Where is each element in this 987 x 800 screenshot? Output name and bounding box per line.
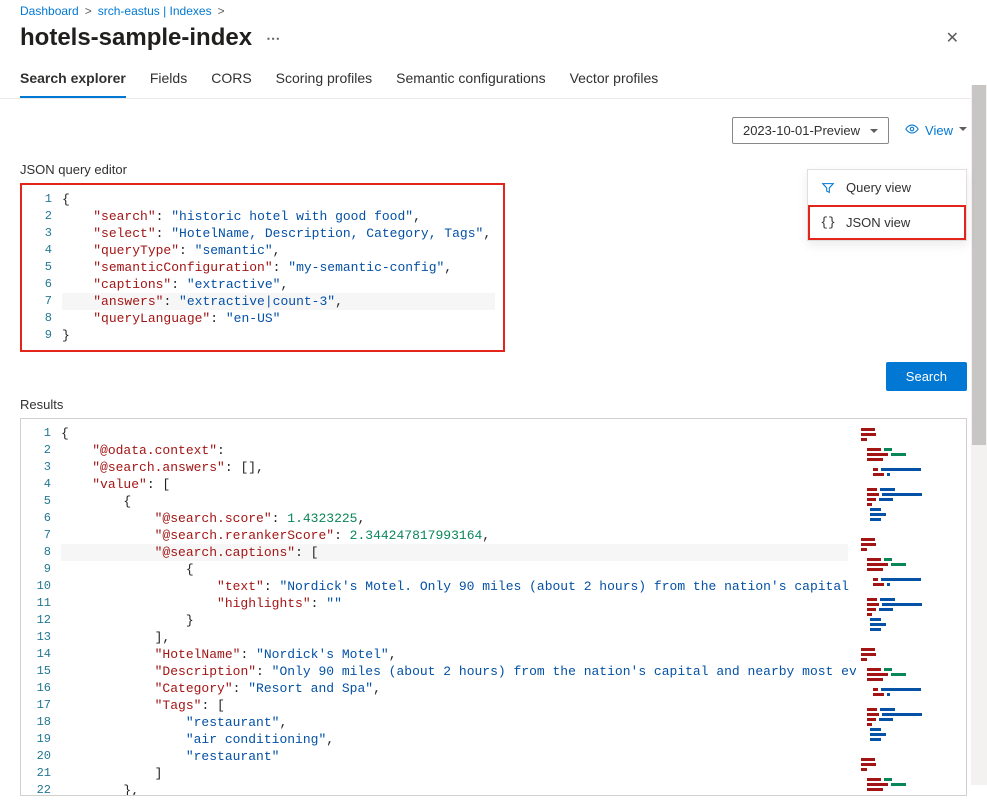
tab-cors[interactable]: CORS bbox=[211, 62, 251, 98]
view-button[interactable]: View bbox=[899, 117, 967, 144]
breadcrumb-sep-icon: > bbox=[218, 4, 225, 18]
query-code-lines[interactable]: { "search": "historic hotel with good fo… bbox=[62, 185, 503, 350]
tab-scoring-profiles[interactable]: Scoring profiles bbox=[276, 62, 373, 98]
results-label: Results bbox=[20, 397, 967, 412]
tab-semantic-configurations[interactable]: Semantic configurations bbox=[396, 62, 545, 98]
api-version-select[interactable]: 2023-10-01-Preview bbox=[732, 117, 889, 144]
json-query-editor-highlight: 123456789 { "search": "historic hotel wi… bbox=[20, 183, 505, 352]
tab-bar: Search explorer Fields CORS Scoring prof… bbox=[0, 62, 987, 99]
tab-fields[interactable]: Fields bbox=[150, 62, 187, 98]
page-header: hotels-sample-index ⋯ ✕ bbox=[0, 18, 987, 62]
close-icon: ✕ bbox=[946, 30, 959, 47]
results-line-numbers: 12345678910111213141516171819202122 bbox=[21, 419, 61, 795]
view-item-query-label: Query view bbox=[846, 180, 911, 195]
filter-icon bbox=[820, 181, 836, 195]
view-dropdown: Query view {} JSON view bbox=[807, 169, 967, 241]
tab-search-explorer[interactable]: Search explorer bbox=[20, 62, 126, 98]
breadcrumb-resource[interactable]: srch-eastus | Indexes bbox=[98, 4, 212, 18]
results-editor[interactable]: 12345678910111213141516171819202122 { "@… bbox=[21, 419, 856, 795]
close-button[interactable]: ✕ bbox=[938, 24, 967, 52]
scrollbar-thumb[interactable] bbox=[972, 85, 986, 445]
page-title: hotels-sample-index bbox=[20, 24, 252, 52]
results-code-lines[interactable]: { "@odata.context": "@search.answers": [… bbox=[61, 419, 856, 795]
view-item-json-label: JSON view bbox=[846, 215, 910, 230]
json-query-editor[interactable]: 123456789 { "search": "historic hotel wi… bbox=[22, 185, 503, 350]
braces-icon: {} bbox=[820, 215, 836, 230]
view-button-label: View bbox=[925, 123, 953, 138]
view-item-query[interactable]: Query view bbox=[808, 170, 966, 205]
page-title-row: hotels-sample-index ⋯ bbox=[20, 24, 281, 52]
breadcrumb-dashboard[interactable]: Dashboard bbox=[20, 4, 79, 18]
view-item-json[interactable]: {} JSON view bbox=[808, 205, 966, 240]
more-actions-icon[interactable]: ⋯ bbox=[266, 30, 281, 47]
scrollbar[interactable] bbox=[971, 85, 987, 785]
minimap[interactable] bbox=[856, 419, 966, 795]
query-line-numbers: 123456789 bbox=[22, 185, 62, 350]
toolbar: 2023-10-01-Preview View bbox=[20, 99, 967, 156]
tab-vector-profiles[interactable]: Vector profiles bbox=[570, 62, 659, 98]
search-button[interactable]: Search bbox=[886, 362, 967, 391]
breadcrumb: Dashboard > srch-eastus | Indexes > bbox=[0, 0, 987, 18]
breadcrumb-sep-icon: > bbox=[85, 4, 92, 18]
api-version-value: 2023-10-01-Preview bbox=[743, 123, 860, 138]
content-area: 2023-10-01-Preview View Query view {} JS… bbox=[0, 99, 987, 800]
search-bar: Search bbox=[20, 362, 967, 391]
results-box: 12345678910111213141516171819202122 { "@… bbox=[20, 418, 967, 796]
eye-icon bbox=[905, 122, 919, 139]
